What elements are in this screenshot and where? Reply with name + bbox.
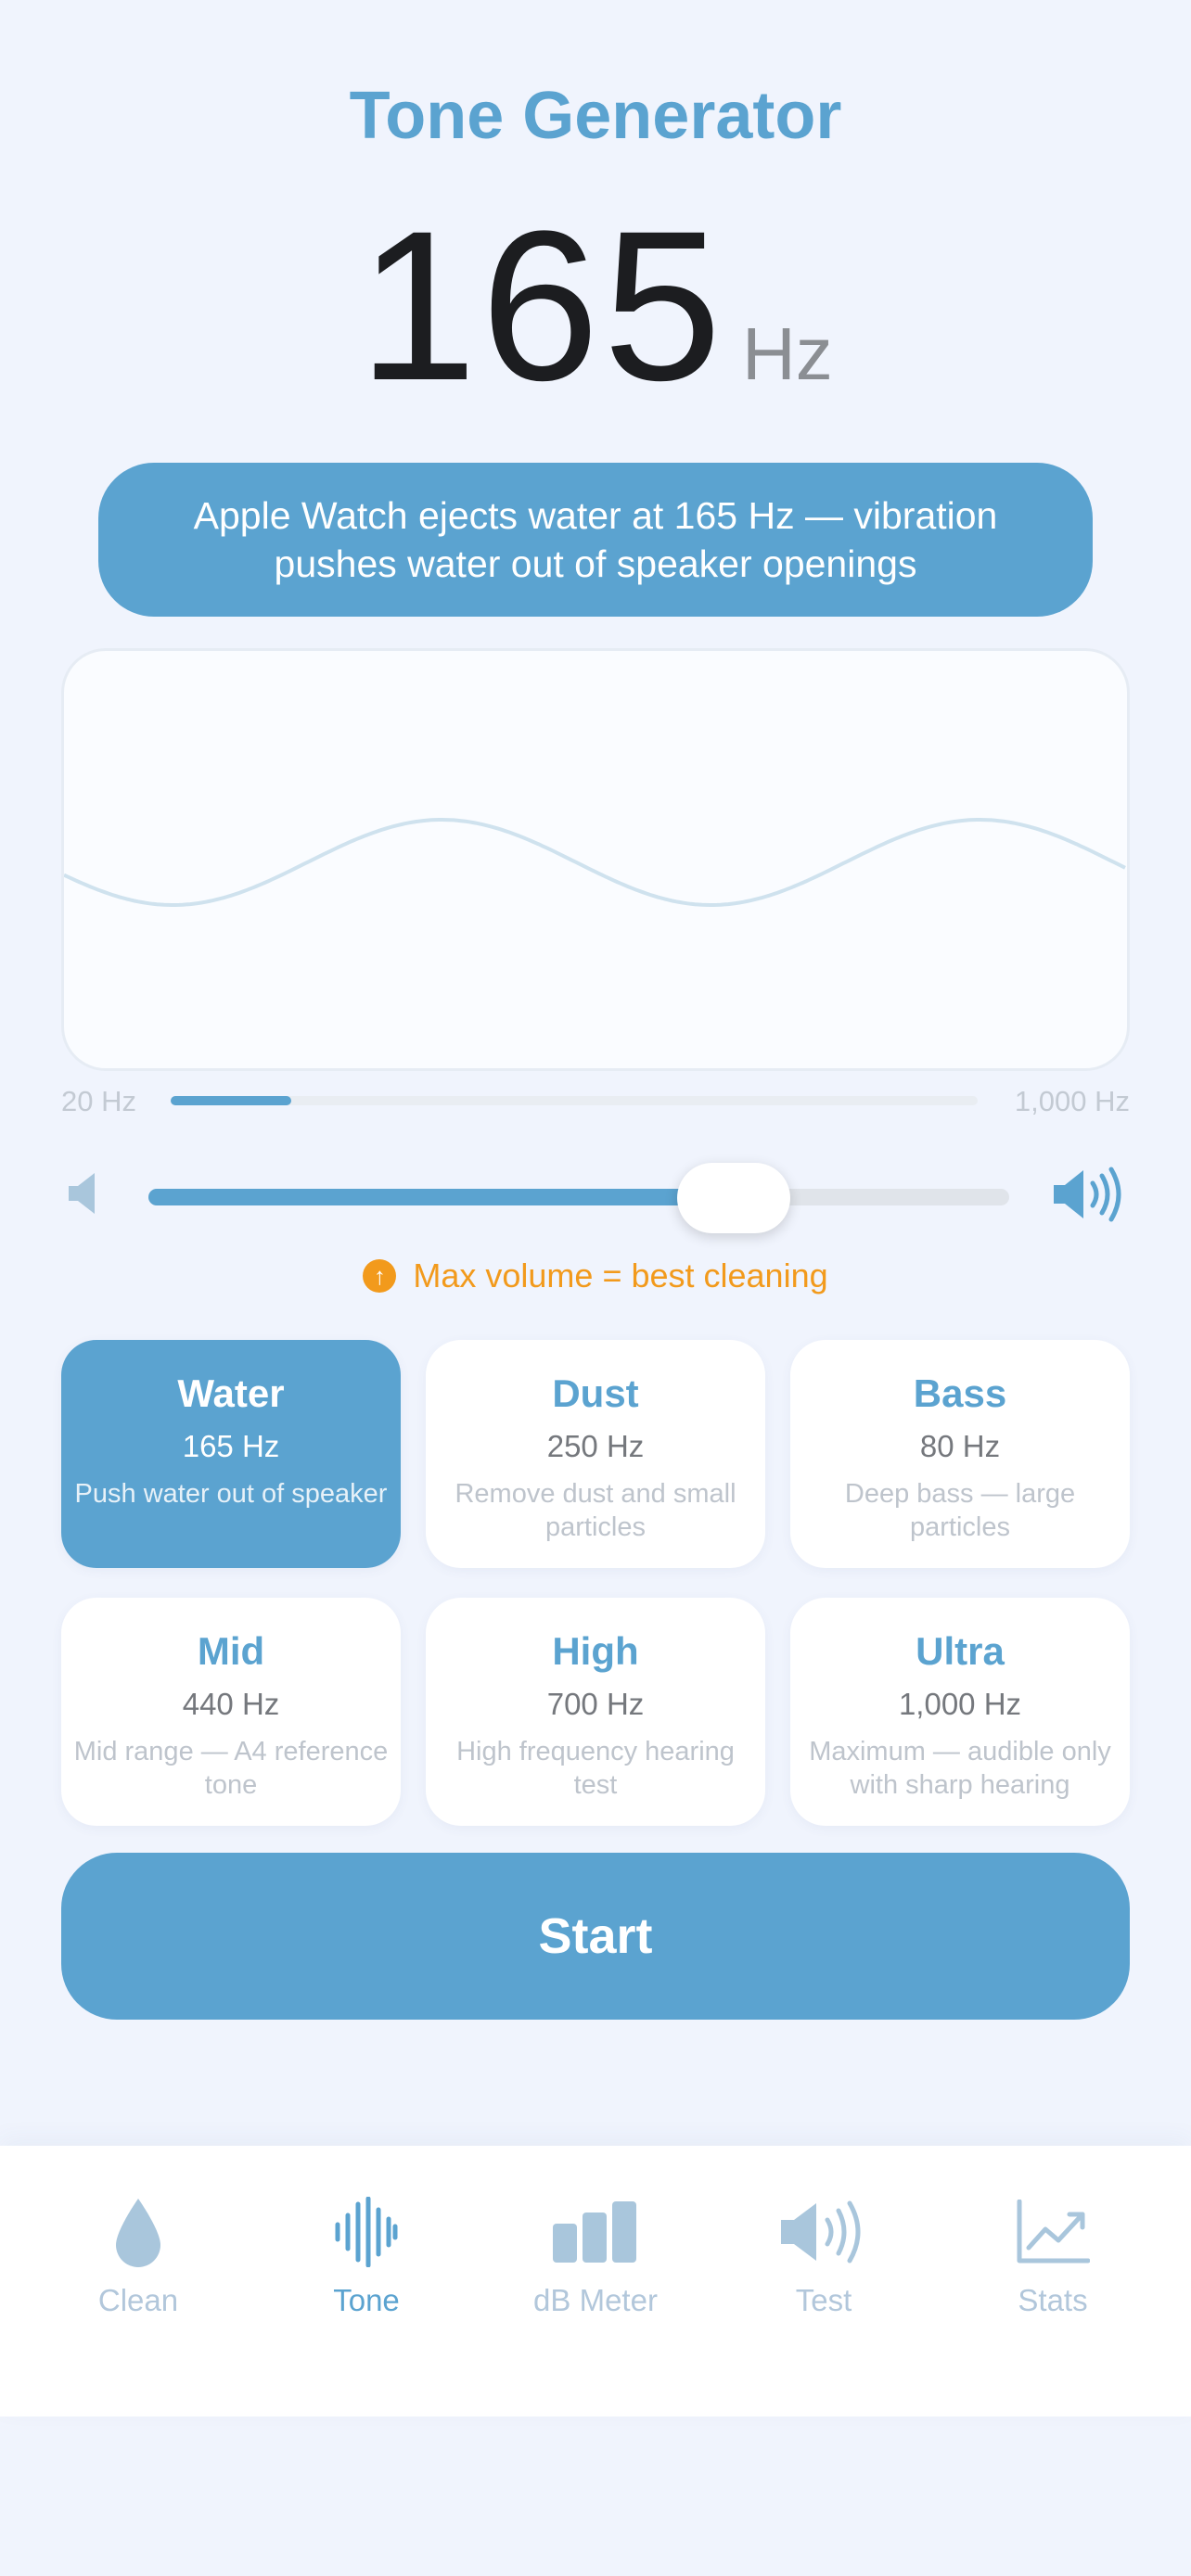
frequency-value: 165 bbox=[358, 186, 725, 425]
volume-hint: ↑ Max volume = best cleaning bbox=[0, 1256, 1191, 1295]
frequency-display: 165 Hz bbox=[0, 199, 1191, 413]
waveform-icon bbox=[334, 2192, 399, 2272]
preset-name: Bass bbox=[913, 1371, 1007, 1415]
tab-test[interactable]: Test bbox=[708, 2192, 940, 2318]
preset-name: Mid bbox=[197, 1629, 265, 1673]
preset-name: Dust bbox=[552, 1371, 639, 1415]
volume-slider[interactable] bbox=[148, 1189, 1009, 1205]
tab-stats[interactable]: Stats bbox=[937, 2192, 1169, 2318]
tab-bar: Clean Tone dB Meter Test Stats bbox=[0, 2146, 1191, 2417]
tab-clean[interactable]: Clean bbox=[22, 2192, 254, 2318]
info-banner: Apple Watch ejects water at 165 Hz — vib… bbox=[98, 463, 1093, 617]
volume-low-icon[interactable] bbox=[65, 1170, 104, 1221]
waveform-line bbox=[64, 818, 1126, 907]
tab-label: dB Meter bbox=[533, 2283, 658, 2317]
bars-icon bbox=[553, 2192, 638, 2272]
preset-mid[interactable]: Mid 440 Hz Mid range — A4 reference tone bbox=[61, 1598, 401, 1826]
range-min-label: 20 Hz bbox=[61, 1085, 136, 1117]
preset-frequency: 700 Hz bbox=[546, 1687, 645, 1721]
start-button[interactable]: Start bbox=[61, 1853, 1130, 2020]
preset-frequency: 1,000 Hz bbox=[898, 1687, 1022, 1721]
volume-hint-text: Max volume = best cleaning bbox=[413, 1256, 828, 1294]
preset-description: Mid range — A4 reference tone bbox=[73, 1737, 389, 1800]
preset-dust[interactable]: Dust 250 Hz Remove dust and small partic… bbox=[426, 1340, 765, 1568]
preset-name: Ultra bbox=[916, 1629, 1005, 1673]
chart-line-icon bbox=[1016, 2192, 1090, 2272]
preset-description: Remove dust and small particles bbox=[455, 1479, 736, 1542]
preset-name: Water bbox=[177, 1371, 285, 1415]
preset-description: Push water out of speaker bbox=[74, 1479, 388, 1509]
volume-high-icon[interactable] bbox=[1052, 1167, 1126, 1227]
waveform-display bbox=[61, 648, 1130, 1071]
speaker-wave-icon bbox=[779, 2192, 868, 2272]
preset-high[interactable]: High 700 Hz High frequency hearing test bbox=[426, 1598, 765, 1826]
arrow-up-circle-icon: ↑ bbox=[363, 1259, 397, 1293]
preset-frequency: 250 Hz bbox=[546, 1429, 645, 1463]
preset-ultra[interactable]: Ultra 1,000 Hz Maximum — audible only wi… bbox=[790, 1598, 1130, 1826]
tab-label: Stats bbox=[1018, 2283, 1088, 2317]
preset-description: High frequency hearing test bbox=[456, 1737, 735, 1800]
frequency-slider-fill bbox=[171, 1096, 291, 1105]
preset-description: Deep bass — large particles bbox=[844, 1479, 1076, 1542]
tab-db-meter[interactable]: dB Meter bbox=[480, 2192, 711, 2318]
volume-slider-thumb[interactable] bbox=[677, 1163, 790, 1233]
preset-frequency: 80 Hz bbox=[919, 1429, 1001, 1463]
preset-frequency: 165 Hz bbox=[182, 1429, 280, 1463]
waveform-svg bbox=[64, 818, 1126, 907]
preset-water[interactable]: Water 165 Hz Push water out of speaker bbox=[61, 1340, 401, 1568]
volume-slider-fill bbox=[148, 1189, 734, 1205]
preset-name: High bbox=[552, 1629, 639, 1673]
preset-description: Maximum — audible only with sharp hearin… bbox=[809, 1737, 1111, 1800]
frequency-unit: Hz bbox=[741, 312, 833, 395]
page-title: Tone Generator bbox=[349, 79, 842, 153]
frequency-slider[interactable] bbox=[171, 1096, 978, 1105]
preset-frequency: 440 Hz bbox=[182, 1687, 280, 1721]
tab-tone[interactable]: Tone bbox=[250, 2192, 482, 2318]
tab-label: Test bbox=[795, 2283, 852, 2317]
range-max-label: 1,000 Hz bbox=[1014, 1085, 1130, 1117]
tab-label: Clean bbox=[97, 2283, 179, 2317]
droplet-icon bbox=[112, 2192, 164, 2272]
preset-bass[interactable]: Bass 80 Hz Deep bass — large particles bbox=[790, 1340, 1130, 1568]
tab-label: Tone bbox=[333, 2283, 400, 2317]
